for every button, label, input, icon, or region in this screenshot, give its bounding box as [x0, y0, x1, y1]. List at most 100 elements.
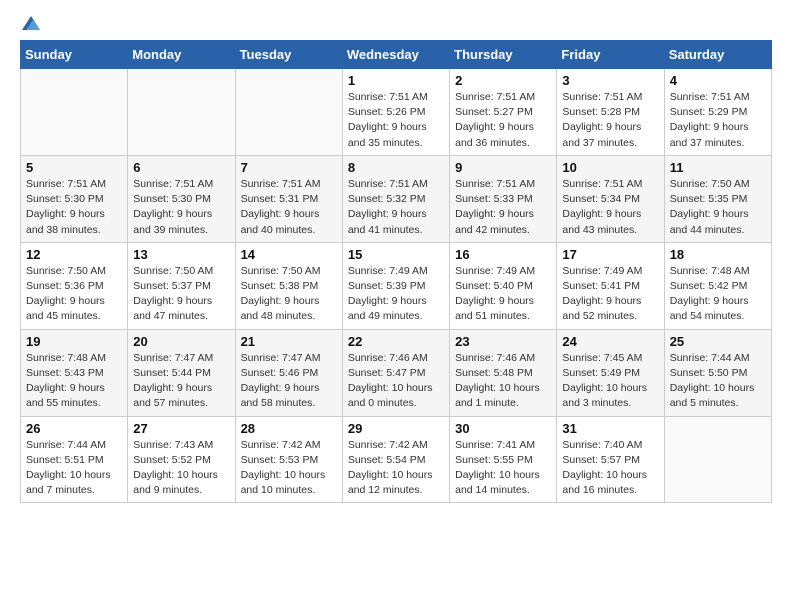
logo-icon [22, 16, 40, 30]
day-info: Sunrise: 7:51 AM Sunset: 5:29 PM Dayligh… [670, 90, 766, 151]
day-number: 31 [562, 421, 658, 436]
day-info: Sunrise: 7:49 AM Sunset: 5:41 PM Dayligh… [562, 264, 658, 325]
calendar-week-2: 5 Sunrise: 7:51 AM Sunset: 5:30 PM Daylig… [21, 155, 772, 242]
day-info: Sunrise: 7:44 AM Sunset: 5:50 PM Dayligh… [670, 351, 766, 412]
day-number: 21 [241, 334, 337, 349]
weekday-thursday: Thursday [450, 41, 557, 69]
day-info: Sunrise: 7:47 AM Sunset: 5:46 PM Dayligh… [241, 351, 337, 412]
page: SundayMondayTuesdayWednesdayThursdayFrid… [0, 0, 792, 523]
day-number: 8 [348, 160, 444, 175]
calendar-cell: 9 Sunrise: 7:51 AM Sunset: 5:33 PM Daylig… [450, 155, 557, 242]
day-info: Sunrise: 7:50 AM Sunset: 5:38 PM Dayligh… [241, 264, 337, 325]
day-info: Sunrise: 7:51 AM Sunset: 5:31 PM Dayligh… [241, 177, 337, 238]
calendar-cell: 5 Sunrise: 7:51 AM Sunset: 5:30 PM Daylig… [21, 155, 128, 242]
day-number: 4 [670, 73, 766, 88]
calendar-table: SundayMondayTuesdayWednesdayThursdayFrid… [20, 40, 772, 503]
calendar-week-4: 19 Sunrise: 7:48 AM Sunset: 5:43 PM Dayli… [21, 329, 772, 416]
day-info: Sunrise: 7:51 AM Sunset: 5:34 PM Dayligh… [562, 177, 658, 238]
day-info: Sunrise: 7:44 AM Sunset: 5:51 PM Dayligh… [26, 438, 122, 499]
calendar-cell: 12 Sunrise: 7:50 AM Sunset: 5:36 PM Dayli… [21, 242, 128, 329]
day-number: 11 [670, 160, 766, 175]
calendar-cell: 28 Sunrise: 7:42 AM Sunset: 5:53 PM Dayli… [235, 416, 342, 503]
calendar-cell: 26 Sunrise: 7:44 AM Sunset: 5:51 PM Dayli… [21, 416, 128, 503]
calendar-cell: 29Sunrise: 7:42 AM Sunset: 5:54 PM Dayli… [342, 416, 449, 503]
calendar-cell: 27Sunrise: 7:43 AM Sunset: 5:52 PM Dayli… [128, 416, 235, 503]
weekday-saturday: Saturday [664, 41, 771, 69]
day-info: Sunrise: 7:50 AM Sunset: 5:36 PM Dayligh… [26, 264, 122, 325]
day-number: 24 [562, 334, 658, 349]
logo [20, 16, 40, 30]
calendar-cell: 16 Sunrise: 7:49 AM Sunset: 5:40 PM Dayli… [450, 242, 557, 329]
day-number: 2 [455, 73, 551, 88]
header [20, 16, 772, 30]
calendar-cell: 23 Sunrise: 7:46 AM Sunset: 5:48 PM Dayli… [450, 329, 557, 416]
day-number: 18 [670, 247, 766, 262]
day-info: Sunrise: 7:51 AM Sunset: 5:28 PM Dayligh… [562, 90, 658, 151]
weekday-wednesday: Wednesday [342, 41, 449, 69]
calendar-week-1: 1Sunrise: 7:51 AM Sunset: 5:26 PM Daylig… [21, 69, 772, 156]
calendar-cell [21, 69, 128, 156]
day-info: Sunrise: 7:49 AM Sunset: 5:40 PM Dayligh… [455, 264, 551, 325]
day-info: Sunrise: 7:51 AM Sunset: 5:32 PM Dayligh… [348, 177, 444, 238]
weekday-tuesday: Tuesday [235, 41, 342, 69]
day-number: 3 [562, 73, 658, 88]
calendar-cell: 15 Sunrise: 7:49 AM Sunset: 5:39 PM Dayli… [342, 242, 449, 329]
day-info: Sunrise: 7:51 AM Sunset: 5:30 PM Dayligh… [26, 177, 122, 238]
day-number: 12 [26, 247, 122, 262]
calendar-week-3: 12 Sunrise: 7:50 AM Sunset: 5:36 PM Dayli… [21, 242, 772, 329]
day-info: Sunrise: 7:48 AM Sunset: 5:43 PM Dayligh… [26, 351, 122, 412]
calendar-cell [128, 69, 235, 156]
day-info: Sunrise: 7:42 AM Sunset: 5:54 PM Dayligh… [348, 438, 444, 499]
calendar-cell: 24Sunrise: 7:45 AM Sunset: 5:49 PM Dayli… [557, 329, 664, 416]
day-info: Sunrise: 7:43 AM Sunset: 5:52 PM Dayligh… [133, 438, 229, 499]
weekday-friday: Friday [557, 41, 664, 69]
day-info: Sunrise: 7:48 AM Sunset: 5:42 PM Dayligh… [670, 264, 766, 325]
day-number: 26 [26, 421, 122, 436]
day-number: 16 [455, 247, 551, 262]
day-info: Sunrise: 7:51 AM Sunset: 5:27 PM Dayligh… [455, 90, 551, 151]
day-info: Sunrise: 7:50 AM Sunset: 5:37 PM Dayligh… [133, 264, 229, 325]
weekday-monday: Monday [128, 41, 235, 69]
day-number: 14 [241, 247, 337, 262]
day-info: Sunrise: 7:46 AM Sunset: 5:47 PM Dayligh… [348, 351, 444, 412]
calendar-cell: 2 Sunrise: 7:51 AM Sunset: 5:27 PM Daylig… [450, 69, 557, 156]
day-info: Sunrise: 7:51 AM Sunset: 5:30 PM Dayligh… [133, 177, 229, 238]
day-info: Sunrise: 7:42 AM Sunset: 5:53 PM Dayligh… [241, 438, 337, 499]
day-info: Sunrise: 7:41 AM Sunset: 5:55 PM Dayligh… [455, 438, 551, 499]
day-number: 13 [133, 247, 229, 262]
calendar-cell: 7Sunrise: 7:51 AM Sunset: 5:31 PM Daylig… [235, 155, 342, 242]
calendar-cell: 11Sunrise: 7:50 AM Sunset: 5:35 PM Dayli… [664, 155, 771, 242]
day-info: Sunrise: 7:47 AM Sunset: 5:44 PM Dayligh… [133, 351, 229, 412]
calendar-cell: 22 Sunrise: 7:46 AM Sunset: 5:47 PM Dayli… [342, 329, 449, 416]
calendar-cell: 8 Sunrise: 7:51 AM Sunset: 5:32 PM Daylig… [342, 155, 449, 242]
calendar-cell: 30 Sunrise: 7:41 AM Sunset: 5:55 PM Dayli… [450, 416, 557, 503]
day-number: 20 [133, 334, 229, 349]
day-number: 6 [133, 160, 229, 175]
calendar-cell: 10 Sunrise: 7:51 AM Sunset: 5:34 PM Dayli… [557, 155, 664, 242]
day-number: 10 [562, 160, 658, 175]
day-info: Sunrise: 7:51 AM Sunset: 5:33 PM Dayligh… [455, 177, 551, 238]
calendar-cell: 25Sunrise: 7:44 AM Sunset: 5:50 PM Dayli… [664, 329, 771, 416]
calendar-cell: 31Sunrise: 7:40 AM Sunset: 5:57 PM Dayli… [557, 416, 664, 503]
weekday-header-row: SundayMondayTuesdayWednesdayThursdayFrid… [21, 41, 772, 69]
day-number: 23 [455, 334, 551, 349]
calendar-cell: 3 Sunrise: 7:51 AM Sunset: 5:28 PM Daylig… [557, 69, 664, 156]
day-info: Sunrise: 7:46 AM Sunset: 5:48 PM Dayligh… [455, 351, 551, 412]
day-info: Sunrise: 7:51 AM Sunset: 5:26 PM Dayligh… [348, 90, 444, 151]
calendar-cell: 19 Sunrise: 7:48 AM Sunset: 5:43 PM Dayli… [21, 329, 128, 416]
day-number: 19 [26, 334, 122, 349]
day-number: 15 [348, 247, 444, 262]
calendar-cell [235, 69, 342, 156]
calendar-cell: 20 Sunrise: 7:47 AM Sunset: 5:44 PM Dayli… [128, 329, 235, 416]
day-number: 30 [455, 421, 551, 436]
calendar-cell: 1Sunrise: 7:51 AM Sunset: 5:26 PM Daylig… [342, 69, 449, 156]
day-number: 5 [26, 160, 122, 175]
day-number: 17 [562, 247, 658, 262]
day-number: 9 [455, 160, 551, 175]
day-info: Sunrise: 7:49 AM Sunset: 5:39 PM Dayligh… [348, 264, 444, 325]
day-number: 28 [241, 421, 337, 436]
calendar-cell: 21 Sunrise: 7:47 AM Sunset: 5:46 PM Dayli… [235, 329, 342, 416]
calendar-cell [664, 416, 771, 503]
calendar-cell: 14 Sunrise: 7:50 AM Sunset: 5:38 PM Dayli… [235, 242, 342, 329]
day-number: 22 [348, 334, 444, 349]
